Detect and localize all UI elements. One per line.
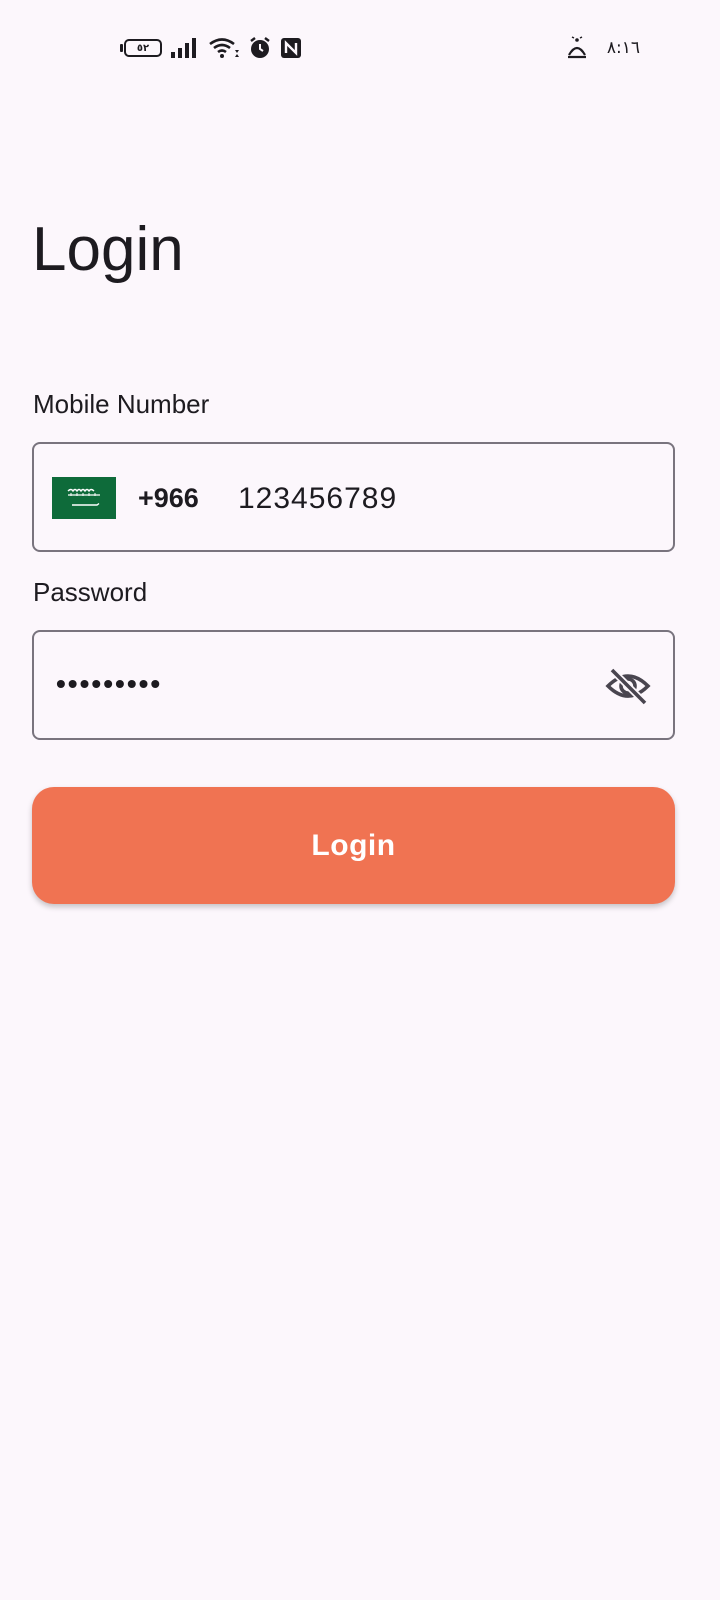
page-title: Login (32, 215, 184, 284)
prayer-bell-icon (565, 36, 589, 60)
password-input[interactable]: ••••••••• (56, 662, 162, 706)
mobile-number-label: Mobile Number (33, 389, 210, 419)
eye-off-icon[interactable] (605, 664, 651, 708)
clock: ٨:١٦ (606, 38, 640, 58)
mobile-number-field[interactable]: +966 123456789 (32, 442, 675, 552)
alarm-icon (248, 36, 272, 60)
battery-icon: ٥٢ (120, 39, 162, 57)
password-field[interactable]: ••••••••• (32, 630, 675, 740)
country-code[interactable]: +966 (138, 480, 199, 516)
status-bar: ٥٢ ٨:١٦ (0, 0, 720, 96)
battery-level: ٥٢ (124, 39, 162, 57)
mobile-number-input[interactable]: 123456789 (238, 480, 397, 518)
status-icons-right: ٨:١٦ (565, 34, 640, 62)
password-label: Password (33, 577, 148, 607)
signal-icon (170, 37, 200, 59)
status-icons-left: ٥٢ (120, 34, 302, 62)
nfc-icon (280, 37, 302, 59)
login-button[interactable]: Login (32, 787, 675, 904)
wifi-icon (208, 36, 240, 60)
saudi-arabia-flag-icon[interactable] (52, 477, 116, 519)
